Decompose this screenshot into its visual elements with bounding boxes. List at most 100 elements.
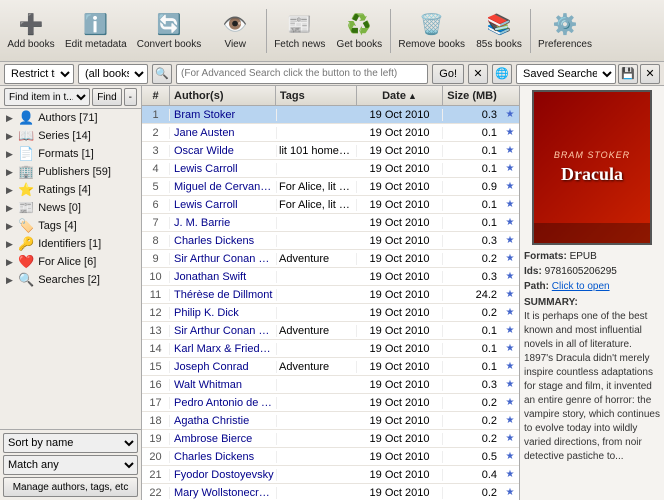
table-row[interactable]: 7 J. M. Barrie 19 Oct 2010 0.1 ★ bbox=[142, 214, 519, 232]
saved-searches-select[interactable]: Saved Searches bbox=[516, 64, 616, 84]
convert-books-button[interactable]: 🔄 Convert books bbox=[132, 4, 206, 58]
preferences-button[interactable]: ⚙️ Preferences bbox=[533, 4, 597, 58]
edit-metadata-button[interactable]: ℹ️ Edit metadata bbox=[60, 4, 132, 58]
table-row[interactable]: 21 Fyodor Dostoyevsky 19 Oct 2010 0.4 ★ bbox=[142, 466, 519, 484]
row-date: 19 Oct 2010 bbox=[357, 325, 443, 337]
book-detail: BRAM STOKER Dracula Formats: EPUB Ids: 9… bbox=[519, 86, 664, 500]
search-config-icon[interactable]: 🔍 bbox=[152, 64, 172, 84]
table-row[interactable]: 12 Philip K. Dick 19 Oct 2010 0.2 ★ bbox=[142, 304, 519, 322]
go-button[interactable]: Go! bbox=[432, 64, 464, 84]
table-row[interactable]: 1 Bram Stoker 19 Oct 2010 0.3 ★ bbox=[142, 106, 519, 124]
row-num: 12 bbox=[142, 307, 170, 319]
row-date: 19 Oct 2010 bbox=[357, 307, 443, 319]
table-row[interactable]: 18 Agatha Christie 19 Oct 2010 0.2 ★ bbox=[142, 412, 519, 430]
manage-button[interactable]: Manage authors, tags, etc bbox=[3, 477, 138, 497]
sidebar-item-authors[interactable]: ▶ 👤 Authors [71] bbox=[0, 109, 141, 127]
sidebar-item-formats[interactable]: ▶ 📄 Formats [1] bbox=[0, 145, 141, 163]
find-item-select[interactable]: Find item in t... bbox=[4, 88, 90, 106]
table-row[interactable]: 22 Mary Wollstonecraft Shelley 19 Oct 20… bbox=[142, 484, 519, 500]
row-author: Lewis Carroll bbox=[170, 199, 277, 211]
sidebar-item-publishers[interactable]: ▶ 🏢 Publishers [59] bbox=[0, 163, 141, 181]
85s-books-button[interactable]: 📚 85s books bbox=[470, 4, 528, 58]
row-author: Ambrose Bierce bbox=[170, 433, 277, 445]
row-num: 19 bbox=[142, 433, 170, 445]
table-row[interactable]: 15 Joseph Conrad Adventure 19 Oct 2010 0… bbox=[142, 358, 519, 376]
table-row[interactable]: 5 Miguel de Cervantes Saave... For Alice… bbox=[142, 178, 519, 196]
table-row[interactable]: 17 Pedro Antonio de Alarcón 19 Oct 2010 … bbox=[142, 394, 519, 412]
formats-icon: 📄 bbox=[18, 146, 34, 162]
authors-icon: 👤 bbox=[18, 110, 34, 126]
sidebar-item-label: Searches [2] bbox=[38, 274, 100, 286]
sort-by-select[interactable]: Sort by name bbox=[3, 433, 138, 453]
row-tags: For Alice, lit 101 home... bbox=[277, 181, 357, 193]
fetch-news-button[interactable]: 📰 Fetch news bbox=[269, 4, 330, 58]
get-books-button[interactable]: ♻️ Get books bbox=[330, 4, 388, 58]
row-size: 0.1 bbox=[443, 145, 501, 157]
col-header-tags[interactable]: Tags bbox=[276, 86, 357, 106]
path-link[interactable]: Click to open bbox=[552, 281, 610, 292]
view-button[interactable]: 👁️ View bbox=[206, 4, 264, 58]
add-books-button[interactable]: ➕ Add books bbox=[2, 4, 60, 58]
row-tags: For Alice, lit 101 home... bbox=[277, 199, 357, 211]
sidebar-item-ratings[interactable]: ▶ ⭐ Ratings [4] bbox=[0, 181, 141, 199]
match-select[interactable]: Match any bbox=[3, 455, 138, 475]
row-date: 19 Oct 2010 bbox=[357, 145, 443, 157]
sidebar-item-label: Identifiers [1] bbox=[38, 238, 101, 250]
row-size: 0.2 bbox=[443, 433, 501, 445]
sidebar-item-searches[interactable]: ▶ 🔍 Searches [2] bbox=[0, 271, 141, 289]
summary-label: SUMMARY: bbox=[524, 297, 578, 308]
expand-icon: ▶ bbox=[6, 203, 16, 214]
row-date: 19 Oct 2010 bbox=[357, 397, 443, 409]
col-header-size[interactable]: Size (MB) bbox=[443, 86, 501, 106]
row-date: 19 Oct 2010 bbox=[357, 127, 443, 139]
row-author: Jane Austen bbox=[170, 127, 277, 139]
table-row[interactable]: 13 Sir Arthur Conan Doyle Adventure 19 O… bbox=[142, 322, 519, 340]
row-author: J. M. Barrie bbox=[170, 217, 277, 229]
restrict-select[interactable]: Restrict to bbox=[4, 64, 74, 84]
table-row[interactable]: 10 Jonathan Swift 19 Oct 2010 0.3 ★ bbox=[142, 268, 519, 286]
sidebar-item-for-alice[interactable]: ▶ ❤️ For Alice [6] bbox=[0, 253, 141, 271]
find-button[interactable]: Find bbox=[92, 88, 121, 106]
table-row[interactable]: 14 Karl Marx & Friedrich Engels 19 Oct 2… bbox=[142, 340, 519, 358]
table-row[interactable]: 20 Charles Dickens 19 Oct 2010 0.5 ★ bbox=[142, 448, 519, 466]
collapse-button[interactable]: - bbox=[124, 88, 137, 106]
remove-search-icon[interactable]: ✕ bbox=[640, 64, 660, 84]
row-author: Oscar Wilde bbox=[170, 145, 277, 157]
sidebar-item-news[interactable]: ▶ 📰 News [0] bbox=[0, 199, 141, 217]
search-flags-icon[interactable]: 🌐 bbox=[492, 64, 512, 84]
table-row[interactable]: 3 Oscar Wilde lit 101 homework 19 Oct 20… bbox=[142, 142, 519, 160]
list-body: 1 Bram Stoker 19 Oct 2010 0.3 ★ 2 Jane A… bbox=[142, 106, 519, 500]
col-header-num[interactable]: # bbox=[142, 86, 170, 106]
summary-text: It is perhaps one of the best known and … bbox=[524, 311, 660, 462]
table-row[interactable]: 2 Jane Austen 19 Oct 2010 0.1 ★ bbox=[142, 124, 519, 142]
sidebar-item-tags[interactable]: ▶ 🏷️ Tags [4] bbox=[0, 217, 141, 235]
row-author: Charles Dickens bbox=[170, 451, 277, 463]
row-size: 0.1 bbox=[443, 217, 501, 229]
sidebar-item-identifiers[interactable]: ▶ 🔑 Identifiers [1] bbox=[0, 235, 141, 253]
remove-books-button[interactable]: 🗑️ Remove books bbox=[393, 4, 470, 58]
table-row[interactable]: 19 Ambrose Bierce 19 Oct 2010 0.2 ★ bbox=[142, 430, 519, 448]
col-header-date[interactable]: Date ▲ bbox=[357, 86, 443, 106]
row-size: 0.1 bbox=[443, 199, 501, 211]
table-row[interactable]: 6 Lewis Carroll For Alice, lit 101 home.… bbox=[142, 196, 519, 214]
row-date: 19 Oct 2010 bbox=[357, 217, 443, 229]
find-bar: Find item in t... Find - bbox=[0, 86, 141, 109]
sidebar-item-series[interactable]: ▶ 📖 Series [14] bbox=[0, 127, 141, 145]
get-books-label: Get books bbox=[337, 39, 383, 50]
col-header-author[interactable]: Author(s) bbox=[170, 86, 276, 106]
all-books-select[interactable]: (all books) bbox=[78, 64, 148, 84]
save-search-icon[interactable]: 💾 bbox=[618, 64, 638, 84]
row-size: 24.2 bbox=[443, 289, 501, 301]
sort-arrow-icon: ▲ bbox=[408, 91, 417, 101]
table-row[interactable]: 9 Sir Arthur Conan Doyle Adventure 19 Oc… bbox=[142, 250, 519, 268]
row-star: ★ bbox=[501, 343, 519, 354]
remove-books-icon: 🗑️ bbox=[419, 12, 444, 37]
table-row[interactable]: 16 Walt Whitman 19 Oct 2010 0.3 ★ bbox=[142, 376, 519, 394]
table-row[interactable]: 4 Lewis Carroll 19 Oct 2010 0.1 ★ bbox=[142, 160, 519, 178]
search-input[interactable] bbox=[176, 64, 428, 84]
summary-section: SUMMARY: It is perhaps one of the best k… bbox=[524, 296, 660, 464]
row-size: 0.3 bbox=[443, 109, 501, 121]
table-row[interactable]: 11 Thérèse de Dillmont 19 Oct 2010 24.2 … bbox=[142, 286, 519, 304]
table-row[interactable]: 8 Charles Dickens 19 Oct 2010 0.3 ★ bbox=[142, 232, 519, 250]
clear-search-icon[interactable]: ✕ bbox=[468, 64, 488, 84]
